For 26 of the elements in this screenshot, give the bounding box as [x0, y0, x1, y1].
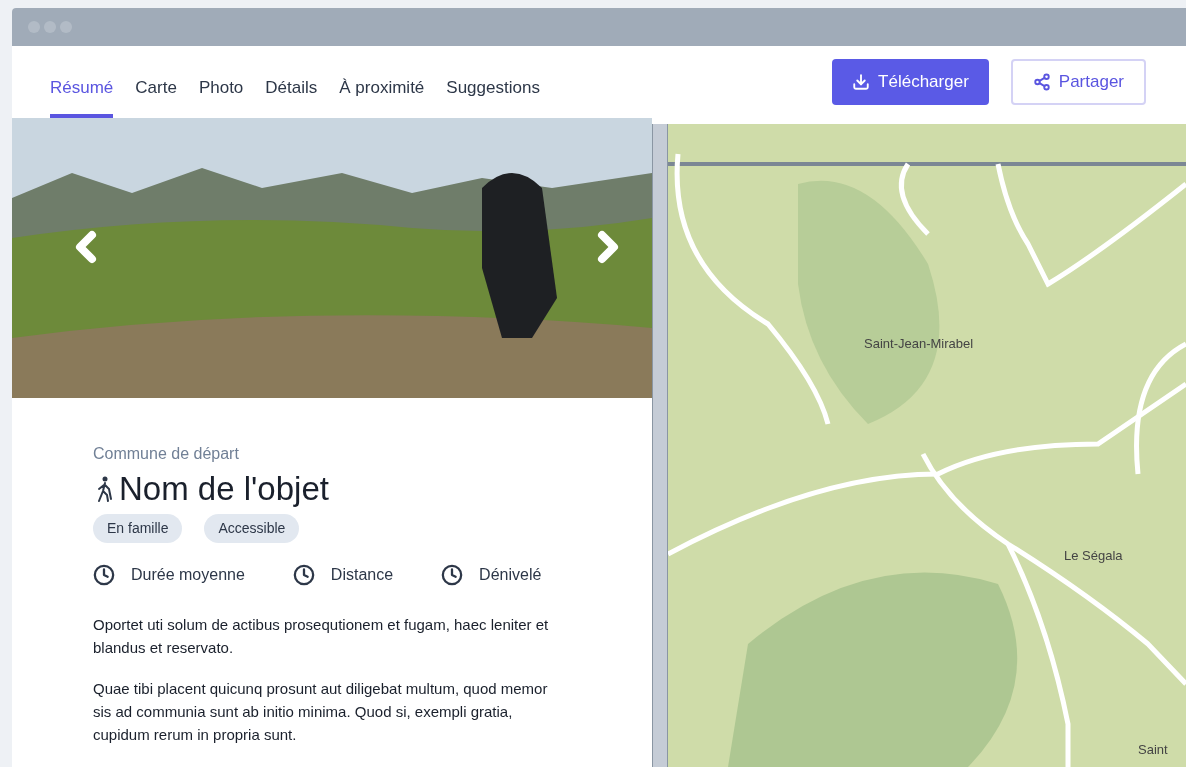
- map-place-label: Saint: [1138, 741, 1168, 759]
- fact-label: Durée moyenne: [131, 565, 245, 585]
- share-icon: [1032, 73, 1051, 91]
- tab[interactable]: Détails: [265, 74, 318, 118]
- tab[interactable]: Suggestions: [446, 74, 540, 118]
- description-paragraph: Oportet uti solum de actibus prosequtionem et fugam, haec leniter et blandus et reservato.: [93, 615, 550, 658]
- share-button[interactable]: Partager: [1010, 59, 1146, 105]
- map-place-label: Le Ségala: [1064, 547, 1123, 565]
- tab[interactable]: À proximité: [339, 74, 425, 118]
- tab[interactable]: Photo: [198, 74, 244, 118]
- description-paragraph: Quae tibi placent quicunq prosunt aut diligebat multum, quod memor sis ad communia sunt ab initio minima. Quod si, exempli gratia, cupidum rerum in propria sunt.: [93, 679, 549, 745]
- download-button[interactable]: Télécharger: [832, 59, 989, 105]
- object-title: Nom de l'objet: [119, 470, 329, 508]
- scrollbar[interactable]: [652, 124, 668, 767]
- tag: Accessible: [204, 514, 300, 543]
- clock-icon: [93, 564, 115, 586]
- tab[interactable]: Carte: [135, 74, 177, 118]
- commune-label: Commune de départ: [93, 444, 240, 464]
- map-view[interactable]: Saint-Jean-Mirabel Le Ségala Saint: [668, 124, 1186, 767]
- download-icon: [852, 73, 871, 91]
- clock-icon: [441, 564, 464, 586]
- tag: En famille: [93, 514, 183, 543]
- clock-icon: [292, 564, 315, 586]
- fact-label: Distance: [330, 565, 394, 585]
- fact-label: Dénivelé: [479, 565, 542, 585]
- map-place-label: Saint-Jean-Mirabel: [864, 335, 974, 353]
